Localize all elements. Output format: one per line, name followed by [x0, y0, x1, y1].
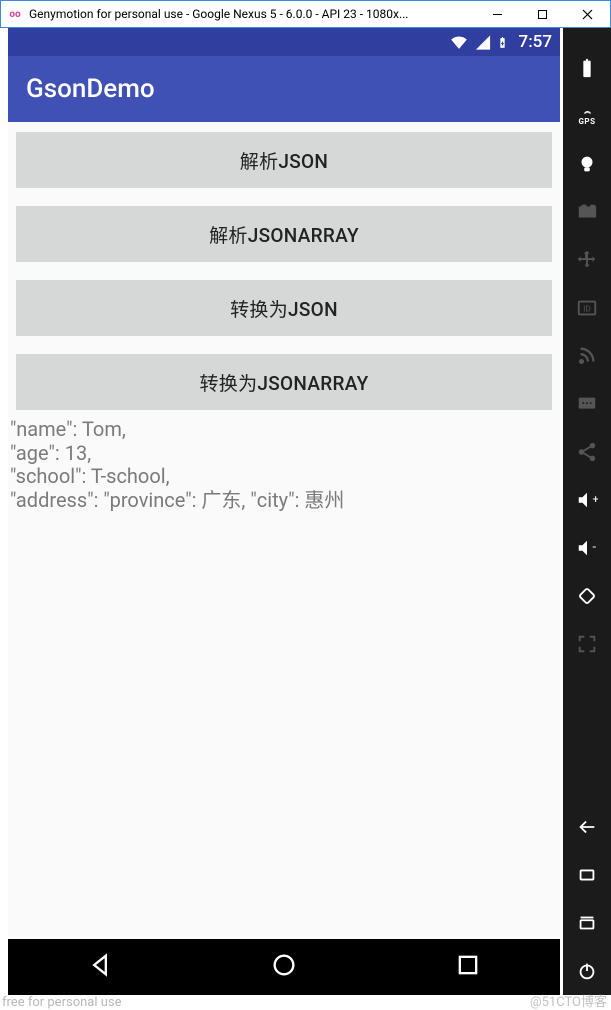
share-icon[interactable]	[563, 428, 611, 476]
rotate-icon[interactable]	[563, 572, 611, 620]
to-json-button[interactable]: 转换为JSON	[16, 280, 552, 336]
gps-label: GPS	[578, 117, 595, 126]
recent-apps-soft-icon[interactable]	[563, 899, 611, 947]
parse-json-button[interactable]: 解析JSON	[16, 132, 552, 188]
output-text: "name": Tom, "age": 13, "school": T-scho…	[8, 410, 560, 520]
move-icon[interactable]	[563, 236, 611, 284]
network-icon[interactable]	[563, 332, 611, 380]
volume-down-icon[interactable]: -	[563, 524, 611, 572]
output-line: "name": Tom,	[10, 418, 558, 442]
watermark-left: free for personal use	[2, 995, 122, 1010]
window-titlebar: oo Genymotion for personal use - Google …	[0, 0, 611, 28]
svg-text:ID: ID	[583, 305, 591, 315]
battery-charging-icon	[496, 34, 509, 51]
battery-icon[interactable]	[563, 44, 611, 92]
nav-home-button[interactable]	[270, 951, 298, 983]
android-navbar	[8, 939, 560, 995]
window-minimize-button[interactable]	[475, 1, 520, 27]
multitask-soft-icon[interactable]	[563, 851, 611, 899]
capture-icon[interactable]	[563, 188, 611, 236]
signal-icon	[474, 34, 492, 51]
camera-icon[interactable]	[563, 140, 611, 188]
emulator-side-toolbar: GPS ID + -	[563, 28, 611, 995]
app-bar: GsonDemo	[8, 56, 560, 122]
output-line: "age": 13,	[10, 442, 558, 466]
window-title: Genymotion for personal use - Google Nex…	[29, 7, 475, 21]
window-maximize-button[interactable]	[520, 1, 565, 27]
gps-icon[interactable]: GPS	[563, 92, 611, 140]
nav-recent-button[interactable]	[454, 951, 482, 983]
sms-icon[interactable]	[563, 380, 611, 428]
fullscreen-icon[interactable]	[563, 620, 611, 668]
to-jsonarray-button[interactable]: 转换为JSONARRAY	[16, 354, 552, 410]
watermark-right: @51CTO博客	[530, 991, 607, 1010]
window-close-button[interactable]	[565, 1, 610, 27]
svg-text:+: +	[593, 493, 599, 506]
nav-back-button[interactable]	[86, 951, 114, 983]
volume-up-icon[interactable]: +	[563, 476, 611, 524]
parse-jsonarray-button[interactable]: 解析JSONARRAY	[16, 206, 552, 262]
statusbar-time: 7:57	[519, 32, 552, 52]
wifi-icon	[448, 34, 470, 51]
back-soft-icon[interactable]	[563, 803, 611, 851]
app-title: GsonDemo	[26, 74, 155, 104]
device-screen: 7:57 GsonDemo 解析JSON 解析JSONARRAY 转换为JSON…	[8, 28, 560, 995]
emulator-frame: GPS ID + - 7:57 GsonDemo 解析JSON	[0, 28, 611, 1010]
android-statusbar: 7:57	[8, 28, 560, 56]
id-icon[interactable]: ID	[563, 284, 611, 332]
app-content: 解析JSON 解析JSONARRAY 转换为JSON 转换为JSONARRAY …	[8, 122, 560, 939]
power-icon[interactable]	[563, 947, 611, 995]
svg-text:-: -	[593, 540, 597, 555]
output-line: "address": "province": 广东, "city": 惠州	[10, 489, 558, 513]
app-icon: oo	[6, 5, 24, 23]
output-line: "school": T-school,	[10, 465, 558, 489]
